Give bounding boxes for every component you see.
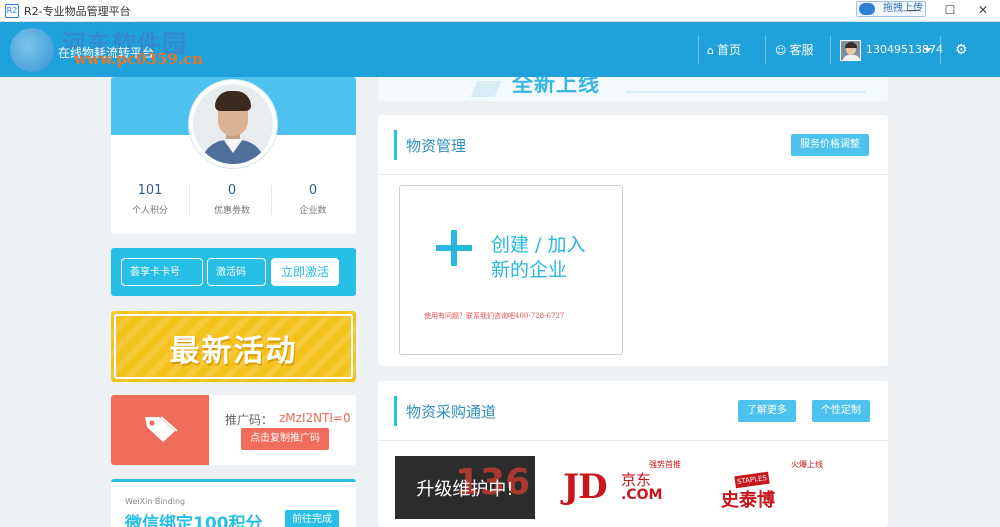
- events-label: 最新活动: [169, 334, 298, 369]
- stat-points-value: 101: [137, 183, 163, 198]
- vendor-jd-com: .COM: [621, 487, 663, 503]
- nav-service-label: 客服: [789, 43, 814, 57]
- chevron-down-icon: [924, 48, 932, 52]
- promo-card: 推广码： zMzI2NTI=0 点击复制推广码: [111, 395, 356, 465]
- nav-divider: [698, 36, 699, 64]
- vendor-maintenance-label: 升级维护中!: [416, 479, 514, 500]
- wechat-binding-label: 微信绑定100积分: [125, 514, 263, 527]
- logo-icon: [10, 28, 54, 72]
- material-management-panel: 物资管理 服务价格调整 创建 / 加入 新的企业 使用有问题？联系我们咨询吧40…: [378, 115, 888, 366]
- purchase-channel-title: 物资采购通道: [406, 403, 497, 421]
- home-icon: ⌂: [707, 44, 714, 57]
- promo-code-value: zMzI2NTI=0: [279, 411, 351, 425]
- avatar: [840, 40, 861, 61]
- create-join-line2: 新的企业: [491, 259, 568, 281]
- nav-home[interactable]: ⌂ 首页: [707, 36, 757, 64]
- activate-card: 立即激活: [111, 248, 356, 296]
- copy-promo-code-button[interactable]: 点击复制推广码: [241, 428, 329, 450]
- window-title: R2-专业物品管理平台: [24, 5, 131, 18]
- headset-icon: ☺: [775, 44, 787, 57]
- stat-companies: 0 企业数: [274, 183, 352, 216]
- profile-avatar[interactable]: [189, 80, 277, 168]
- vendor-staples-tag: 火爆上线: [791, 460, 823, 469]
- stat-coupons: 0 优惠劵数: [193, 183, 271, 216]
- card-number-input[interactable]: [121, 258, 203, 286]
- vendor-jd-tile[interactable]: 强势首推 JD 京东 .COM: [563, 460, 681, 507]
- nav-divider: [765, 36, 766, 64]
- create-join-label: 创建 / 加入 新的企业: [491, 233, 611, 283]
- stat-divider: [189, 185, 190, 215]
- watermark-url: www.pc0359.cn: [74, 50, 204, 68]
- profile-card: 101 个人积分 0 优惠劵数 0 企业数: [111, 77, 356, 234]
- create-join-company-card[interactable]: 创建 / 加入 新的企业 使用有问题？联系我们咨询吧400-728-6727: [399, 185, 623, 355]
- top-header: 河东软件园 在线物耗流转平台 www.pc0359.cn ⌂ 首页 ☺ 客服 130…: [0, 22, 1000, 77]
- settings-gear-icon[interactable]: ⚙: [955, 36, 973, 64]
- customize-button[interactable]: 个性定制: [812, 400, 870, 422]
- maximize-button[interactable]: ☐: [933, 0, 967, 22]
- stat-coupons-label: 优惠劵数: [213, 206, 250, 216]
- window-titlebar: R2 R2-专业物品管理平台 拖拽上传 — ☐ ✕: [0, 0, 1000, 22]
- activate-button[interactable]: 立即激活: [271, 258, 339, 286]
- nav-divider: [830, 36, 831, 64]
- stat-divider: [271, 185, 272, 215]
- app-icon: R2: [5, 4, 19, 18]
- nav-home-label: 首页: [716, 43, 741, 57]
- section-accent-bar: [394, 130, 397, 160]
- purchase-channel-header: 物资采购通道 了解更多 个性定制: [378, 381, 888, 441]
- promo-code-label: 推广码：: [225, 413, 274, 427]
- vendor-staples-name: 史泰博: [721, 490, 775, 511]
- vendor-jd-logo: JD: [563, 467, 608, 507]
- promo-tag-panel: [111, 395, 209, 465]
- material-management-title: 物资管理: [406, 137, 467, 155]
- latest-events-banner[interactable]: 最新活动: [111, 311, 356, 382]
- banner-text: 全新上线: [512, 77, 600, 96]
- tag-icon: [145, 416, 178, 442]
- learn-more-button[interactable]: 了解更多: [738, 400, 796, 422]
- vendor-jd-tag: 强势首推: [649, 460, 681, 469]
- purchase-channel-panel: 物资采购通道 了解更多 个性定制 136 升级维护中! 强势首推 JD 京东 .…: [378, 381, 888, 527]
- section-accent-bar: [394, 396, 397, 426]
- stat-coupons-value: 0: [227, 183, 237, 198]
- stat-points: 101 个人积分: [111, 183, 189, 216]
- new-launch-banner[interactable]: 全新上线: [378, 77, 888, 101]
- wechat-binding-en-label: WeiXin Binding: [125, 497, 186, 506]
- vendor-maintenance-tile[interactable]: 136 升级维护中!: [395, 456, 535, 519]
- nav-service[interactable]: ☺ 客服: [775, 36, 825, 64]
- minimize-button[interactable]: —: [896, 0, 930, 22]
- wechat-binding-card: WeiXin Binding 微信绑定100积分 前往完成: [111, 479, 356, 527]
- banner-line: [626, 91, 866, 93]
- nav-divider: [940, 36, 941, 64]
- wechat-go-complete-button[interactable]: 前往完成: [285, 510, 339, 527]
- stat-companies-label: 企业数: [299, 206, 327, 216]
- user-menu[interactable]: 13049513874: [840, 36, 943, 64]
- material-management-header: 物资管理 服务价格调整: [378, 115, 888, 175]
- plus-icon: [436, 230, 472, 266]
- stat-points-label: 个人积分: [131, 206, 168, 216]
- activation-code-input[interactable]: [207, 258, 266, 286]
- service-price-adjust-button[interactable]: 服务价格调整: [791, 134, 869, 156]
- cloud-icon: [859, 3, 875, 15]
- banner-decoration: [470, 81, 502, 97]
- stat-companies-value: 0: [308, 183, 318, 198]
- create-join-line1: 创建 / 加入: [491, 234, 586, 256]
- close-button[interactable]: ✕: [966, 0, 1000, 22]
- support-hotline-text: 使用有问题？联系我们咨询吧400-728-6727: [424, 312, 565, 320]
